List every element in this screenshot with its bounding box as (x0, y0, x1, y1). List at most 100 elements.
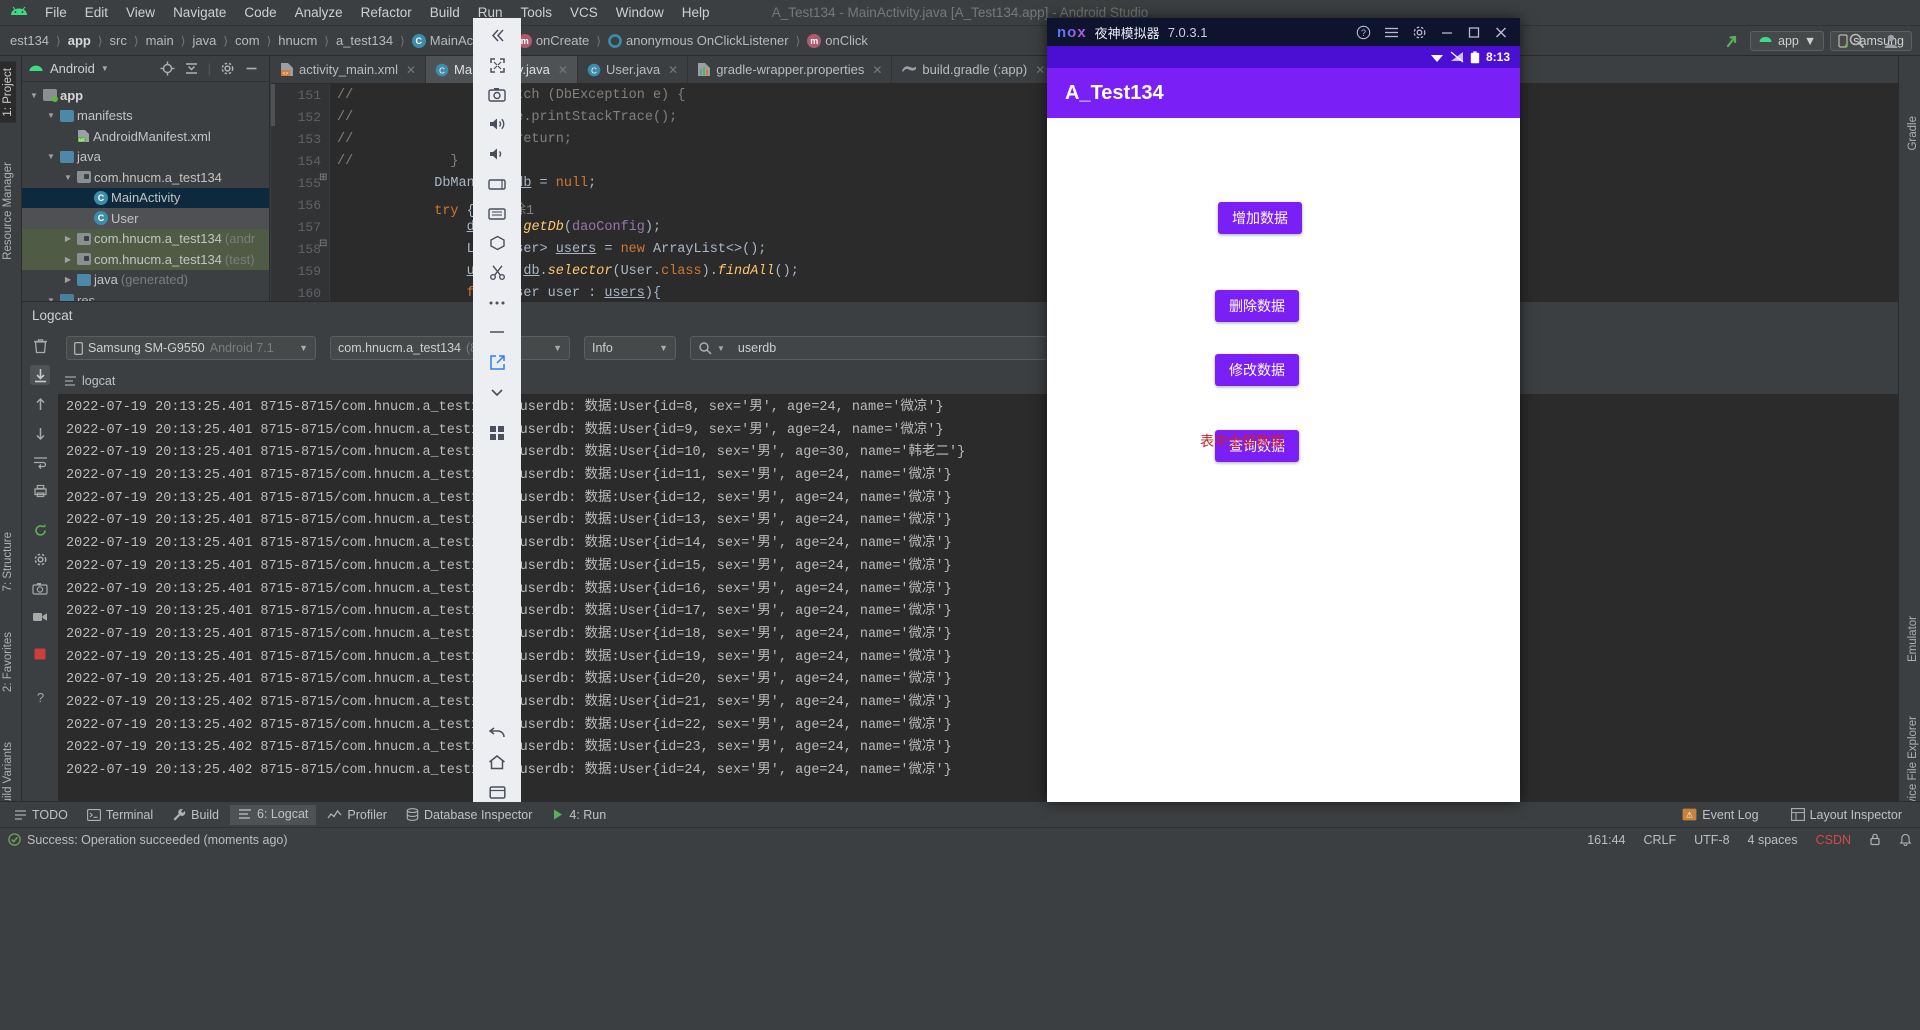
search-icon[interactable] (1848, 32, 1866, 50)
menu-code[interactable]: Code (235, 3, 285, 22)
editor-tab-user-java[interactable]: C User.java ✕ (578, 56, 689, 83)
up-arrow-icon[interactable] (30, 394, 50, 414)
bottom-tab-profiler[interactable]: Profiler (319, 806, 395, 824)
gear-icon[interactable] (220, 61, 235, 76)
chevron-down-icon[interactable]: ▼ (45, 152, 57, 161)
bottom-tab-terminal[interactable]: Terminal (79, 806, 161, 824)
soft-wrap-icon[interactable] (30, 452, 50, 472)
stop-icon[interactable] (30, 644, 50, 664)
hide-icon[interactable] (244, 61, 259, 76)
editor-tab-activity-main-xml[interactable]: <> activity_main.xml ✕ (271, 56, 427, 83)
android-app-screen[interactable]: 增加数据 删除数据 修改数据 查询数据 表中全部数据 (1047, 118, 1520, 802)
tool-window-tab-structure[interactable]: 7: Structure (0, 526, 16, 597)
code-line[interactable]: // } (337, 154, 459, 169)
android-button[interactable]: 增加数据 (1218, 202, 1302, 234)
line-separator[interactable]: CRLF (1643, 833, 1676, 847)
back-icon[interactable] (484, 724, 510, 743)
run-configuration-selector[interactable]: app ▼ (1750, 30, 1825, 51)
log-level-dropdown[interactable]: Info ▼ (584, 336, 676, 360)
help-icon[interactable]: ? (1356, 25, 1371, 40)
chevron-down-icon[interactable]: ▼ (28, 91, 40, 100)
help-icon[interactable]: ? (30, 687, 50, 707)
android-button[interactable]: 修改数据 (1215, 354, 1299, 386)
recents-icon[interactable] (484, 783, 510, 802)
vcs-branch[interactable]: CSDN (1816, 833, 1851, 847)
tool-window-tab-resource-manager[interactable]: Resource Manager (0, 156, 16, 266)
indent-setting[interactable]: 4 spaces (1748, 833, 1798, 847)
tool-window-tab-project[interactable]: 1: Project (0, 62, 16, 123)
collapse-icon[interactable] (484, 26, 510, 45)
close-icon[interactable]: ✕ (406, 63, 416, 77)
tree-node-com-hnucm-a-test134[interactable]: ▶ com.hnucm.a_test134 (andr (22, 228, 269, 249)
fold-marker-icon[interactable]: ⊞ (319, 172, 327, 183)
menu-vcs[interactable]: VCS (561, 3, 607, 22)
fold-marker-icon[interactable]: ⊟ (319, 238, 327, 249)
notifications-icon[interactable] (1899, 833, 1912, 847)
close-icon[interactable]: ✕ (1035, 63, 1045, 77)
up-arrow-icon[interactable] (1724, 33, 1744, 49)
bottom-tab-todo[interactable]: TODO (6, 806, 76, 824)
tree-node-manifests[interactable]: ▼ manifests (22, 106, 269, 127)
bottom-tab-event-log[interactable]: ⚠ Event Log (1674, 806, 1766, 824)
breadcrumb-anonymous-listener[interactable]: anonymous OnClickListener (604, 32, 793, 49)
chevron-down-icon[interactable]: ▼ (62, 173, 74, 182)
tool-window-tab-gradle[interactable]: Gradle (1907, 116, 1919, 151)
breadcrumb-hnucm[interactable]: hnucm (274, 32, 321, 49)
scissors-icon[interactable] (484, 264, 510, 283)
menu-navigate[interactable]: Navigate (164, 3, 235, 22)
caret-position[interactable]: 161:44 (1587, 833, 1625, 847)
fullscreen-icon[interactable] (484, 56, 510, 75)
project-view-selector[interactable]: Android (50, 61, 95, 76)
menu-file[interactable]: File (36, 3, 76, 22)
breadcrumb-app[interactable]: app (64, 32, 95, 49)
tree-node-java[interactable]: ▶ java (generated) (22, 270, 269, 291)
collapse-all-icon[interactable] (184, 61, 199, 76)
keyboard-icon[interactable] (484, 204, 510, 223)
share-icon[interactable] (484, 353, 510, 372)
bottom-tab-database-inspector[interactable]: Database Inspector (398, 806, 540, 824)
grid-icon[interactable] (484, 424, 510, 443)
process-selector-dropdown[interactable]: com.hnucm.a_test134 (8715) ▼ (330, 336, 570, 360)
home-icon[interactable] (484, 754, 510, 773)
code-line[interactable]: DbManager db = null; (337, 176, 596, 191)
screenshot-icon[interactable] (30, 578, 50, 598)
minimize-icon[interactable] (1440, 26, 1454, 39)
breadcrumb-oncreate[interactable]: m onCreate (514, 32, 593, 49)
menu-window[interactable]: Window (607, 3, 673, 22)
more-icon[interactable] (484, 293, 510, 312)
nox-title-bar[interactable]: nox 夜神模拟器 7.0.3.1 ? (1047, 18, 1520, 46)
tree-node-mainactivity[interactable]: C MainActivity (22, 187, 269, 208)
breadcrumb-main[interactable]: main (142, 32, 178, 49)
chevron-right-icon[interactable]: ▶ (62, 255, 74, 264)
code-line[interactable]: users= db.selector(User.class).findAll()… (337, 264, 799, 279)
android-button[interactable]: 删除数据 (1215, 290, 1299, 322)
tree-node-com-hnucm-a-test134[interactable]: ▶ com.hnucm.a_test134 (test) (22, 249, 269, 270)
restart-icon[interactable] (30, 520, 50, 540)
breadcrumb-package[interactable]: a_test134 (332, 32, 397, 49)
apk-install-icon[interactable] (484, 234, 510, 253)
rotate-icon[interactable] (484, 175, 510, 194)
close-icon[interactable]: ✕ (558, 63, 568, 77)
volume-down-icon[interactable] (484, 145, 510, 164)
settings-gear-icon[interactable] (30, 549, 50, 569)
dropdown-icon[interactable] (484, 382, 510, 401)
device-selector-dropdown[interactable]: Samsung SM-G9550 Android 7.1 ▼ (66, 336, 316, 360)
breadcrumb-onclick[interactable]: m onClick (803, 32, 872, 49)
settings-gear-icon[interactable] (1412, 25, 1427, 40)
tree-node-user[interactable]: C User (22, 208, 269, 229)
chevron-down-icon[interactable]: ▼ (101, 64, 109, 73)
tree-node-androidmanifest-xml[interactable]: MF AndroidManifest.xml (22, 126, 269, 147)
bottom-tab-4--run[interactable]: 4: Run (543, 806, 614, 824)
volume-up-icon[interactable] (484, 115, 510, 134)
maximize-icon[interactable] (1467, 26, 1481, 39)
editor-tab-build-gradle---app-[interactable]: build.gradle (:app) ✕ (892, 56, 1056, 83)
breadcrumb-project[interactable]: est134 (6, 32, 53, 49)
tool-window-tab-favorites[interactable]: 2: Favorites (0, 626, 16, 698)
print-icon[interactable] (30, 481, 50, 501)
menu-view[interactable]: View (117, 3, 164, 22)
tool-window-tab-emulator[interactable]: Emulator (1907, 616, 1919, 662)
bottom-tab-build[interactable]: Build (164, 806, 227, 824)
lock-icon[interactable] (1869, 833, 1881, 846)
bottom-tab-6--logcat[interactable]: 6: Logcat (229, 804, 317, 825)
tree-node-com-hnucm-a-test134[interactable]: ▼ com.hnucm.a_test134 (22, 167, 269, 188)
